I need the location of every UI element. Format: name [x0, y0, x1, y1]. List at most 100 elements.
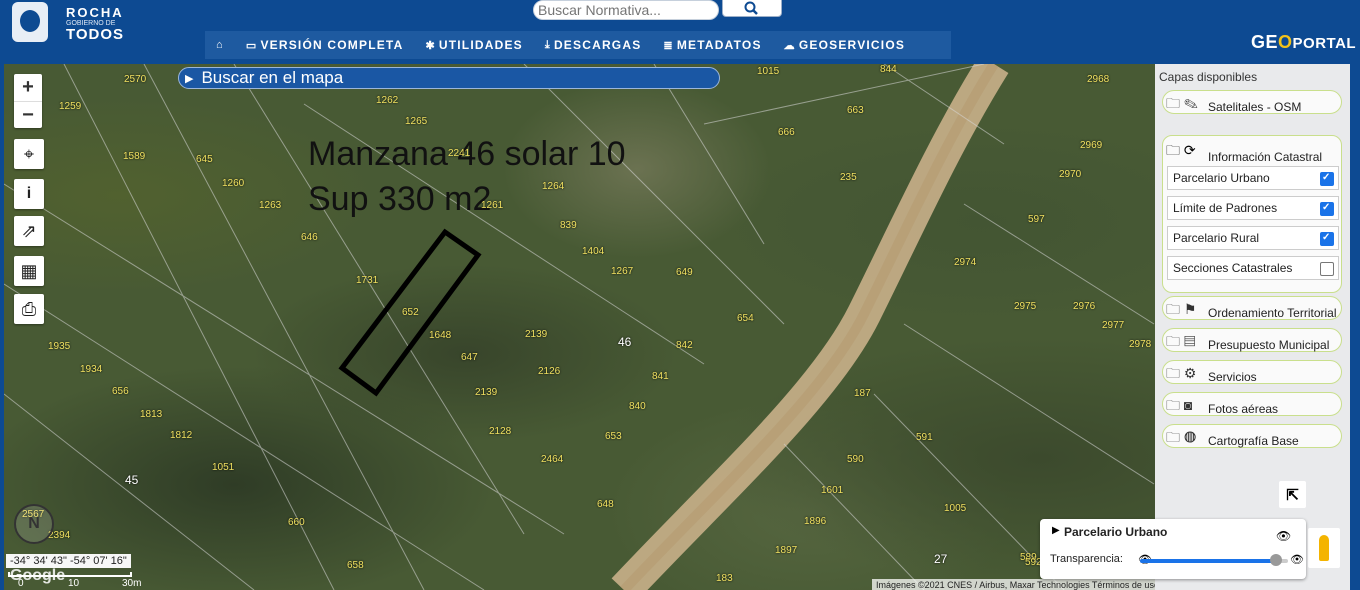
layer-label: Límite de Padrones: [1173, 201, 1278, 215]
transparency-slider[interactable]: [1140, 554, 1288, 566]
manzana-label: 45: [125, 473, 139, 487]
print-icon: ⎙: [21, 298, 37, 319]
layers-panel: Capas disponibles 🗀 ✎ Satelitales - OSM …: [1155, 64, 1350, 590]
layer-group-ordenamiento[interactable]: 🗀 ⚑ Ordenamiento Territorial: [1162, 296, 1342, 320]
parcel-number-label: 2975: [1014, 301, 1037, 312]
parcel-number-label: 2464: [541, 454, 564, 465]
map-search-bar[interactable]: ▶ Buscar en el mapa: [178, 67, 720, 89]
scale-bar: 0 10 30m: [8, 572, 141, 589]
scale-label-30: 30m: [122, 578, 142, 589]
zoom-out-button[interactable]: −: [14, 101, 42, 129]
parcel-number-label: 663: [847, 105, 864, 116]
parcel-number-label: 2969: [1080, 140, 1103, 151]
layer-group-fotos[interactable]: 🗀 ◙ Fotos aéreas: [1162, 392, 1342, 416]
locate-button[interactable]: ⌖: [14, 139, 44, 169]
normativa-search-input[interactable]: [533, 0, 719, 20]
layer-group-cartografia[interactable]: 🗀 ◍ Cartografía Base: [1162, 424, 1342, 448]
street-view-pegman[interactable]: [1308, 528, 1340, 568]
nav-label: METADATOS: [676, 38, 762, 52]
parcel-number-label: 1934: [80, 364, 103, 375]
parcel-number-label: 1264: [542, 181, 565, 192]
info-button[interactable]: i: [14, 179, 44, 209]
layer-checkbox[interactable]: [1320, 172, 1334, 186]
parcel-number-label: 1896: [804, 516, 827, 527]
parcel-number-label: 2968: [1087, 74, 1110, 85]
map-canvas[interactable]: ▶ Buscar en el mapa Manzana 46 solar 10 S…: [4, 64, 1155, 590]
parcel-number-label: 842: [676, 340, 693, 351]
layer-parcelario-rural[interactable]: Parcelario Rural: [1167, 226, 1339, 250]
layer-group-servicios[interactable]: 🗀 ⚙ Servicios: [1162, 360, 1342, 384]
layer-checkbox[interactable]: [1320, 262, 1334, 276]
parcel-number-label: 652: [402, 307, 419, 318]
nav-metadatos[interactable]: ≣ METADATOS: [652, 38, 772, 52]
geoportal-o: O: [1278, 32, 1293, 52]
parcel-number-label: 1265: [405, 116, 428, 127]
parcel-number-label: 597: [1028, 214, 1045, 225]
parcel-number-label: 1263: [259, 200, 282, 211]
parcel-number-label: 2978: [1129, 339, 1152, 350]
eye-icon[interactable]: 👁: [1276, 529, 1291, 543]
layer-checkbox[interactable]: [1320, 232, 1334, 246]
parcel-number-label: 645: [196, 154, 213, 165]
parcel-number-label: 1260: [222, 178, 245, 189]
layer-group-label: Satelitales - OSM: [1208, 100, 1302, 114]
layer-limite-padrones[interactable]: Límite de Padrones: [1167, 196, 1339, 220]
parcel-number-label: 235: [840, 172, 857, 183]
parcel-number-label: 1812: [170, 430, 193, 441]
layer-checkbox[interactable]: [1320, 202, 1334, 216]
nav-geoservicios[interactable]: ☁ GEOSERVICIOS: [773, 38, 916, 52]
folder-add-icon: 🗀 ⚑: [1166, 301, 1197, 317]
parcel-number-label: 666: [778, 127, 795, 138]
measure-button[interactable]: ▦: [14, 256, 44, 286]
parcel-number-label: 648: [597, 499, 614, 510]
parcel-number-label: 660: [288, 517, 305, 528]
folder-open-icon[interactable]: 🗀 ⟳: [1166, 140, 1196, 164]
layer-group-satelitales[interactable]: 🗀 ✎ Satelitales - OSM: [1162, 90, 1342, 114]
normativa-search-button[interactable]: [722, 0, 782, 17]
nav-version-completa[interactable]: ▭ VERSIÓN COMPLETA: [235, 38, 415, 52]
share-button[interactable]: ⇗: [14, 216, 44, 246]
slider-fill: [1140, 559, 1277, 563]
pegman-icon: [1319, 535, 1329, 561]
parcel-number-label: 1404: [582, 246, 605, 257]
database-icon: ≣: [663, 39, 674, 52]
parcel-number-label: 2570: [124, 74, 147, 85]
north-arrow-icon: N: [14, 504, 54, 544]
layer-parcelario-urbano[interactable]: Parcelario Urbano: [1167, 166, 1339, 190]
cursor-coordinates: -34° 34' 43" -54° 07' 16": [6, 554, 131, 568]
nav-home[interactable]: ⌂: [205, 39, 235, 51]
transparency-label: Transparencia:: [1050, 553, 1123, 565]
layer-group-label: Fotos aéreas: [1208, 402, 1279, 416]
parcel-number-label: 1813: [140, 409, 163, 420]
nav-label: GEOSERVICIOS: [798, 38, 906, 52]
parcel-number-label: 844: [880, 64, 897, 75]
expand-triangle-icon[interactable]: ▶: [1052, 525, 1060, 536]
print-button[interactable]: ⎙: [14, 294, 44, 324]
map-attribution[interactable]: Imágenes ©2021 CNES / Airbus, Maxar Tech…: [872, 579, 1155, 590]
parcel-number-label: 2976: [1073, 301, 1096, 312]
layer-group-label: Servicios: [1208, 370, 1257, 384]
folder-add-icon: 🗀 ◙: [1166, 397, 1193, 413]
rocha-logo-icon[interactable]: [12, 2, 48, 42]
slider-knob[interactable]: [1270, 554, 1283, 566]
layer-group-label: Presupuesto Municipal: [1208, 338, 1330, 352]
parcel-number-label: 2974: [954, 257, 977, 268]
share-icon: ⇗: [21, 220, 37, 241]
nav-label: DESCARGAS: [553, 38, 642, 52]
layer-group-label: Ordenamiento Territorial: [1208, 306, 1337, 320]
layer-secciones-catastrales[interactable]: Secciones Catastrales: [1167, 256, 1339, 280]
ruler-icon: ▦: [20, 260, 38, 281]
parcel-number-label: 2126: [538, 366, 561, 377]
monitor-icon: ▭: [245, 39, 258, 52]
geoportal-logo[interactable]: GEOPORTAL: [1251, 32, 1356, 53]
zoom-in-button[interactable]: +: [14, 74, 42, 101]
main-nav: ⌂ ▭ VERSIÓN COMPLETA ✱ UTILIDADES ⤓ DESCARG…: [205, 31, 951, 59]
cloud-icon: ☁: [783, 39, 796, 52]
fullscreen-toggle-button[interactable]: ⇱: [1279, 481, 1306, 508]
nav-utilidades[interactable]: ✱ UTILIDADES: [414, 38, 533, 52]
manzana-label: 27: [934, 552, 948, 566]
nav-descargas[interactable]: ⤓ DESCARGAS: [534, 38, 653, 52]
zoom-control: + −: [14, 74, 42, 128]
layer-group-presupuesto[interactable]: 🗀 ▤ Presupuesto Municipal: [1162, 328, 1342, 352]
parcel-number-label: 840: [629, 401, 646, 412]
